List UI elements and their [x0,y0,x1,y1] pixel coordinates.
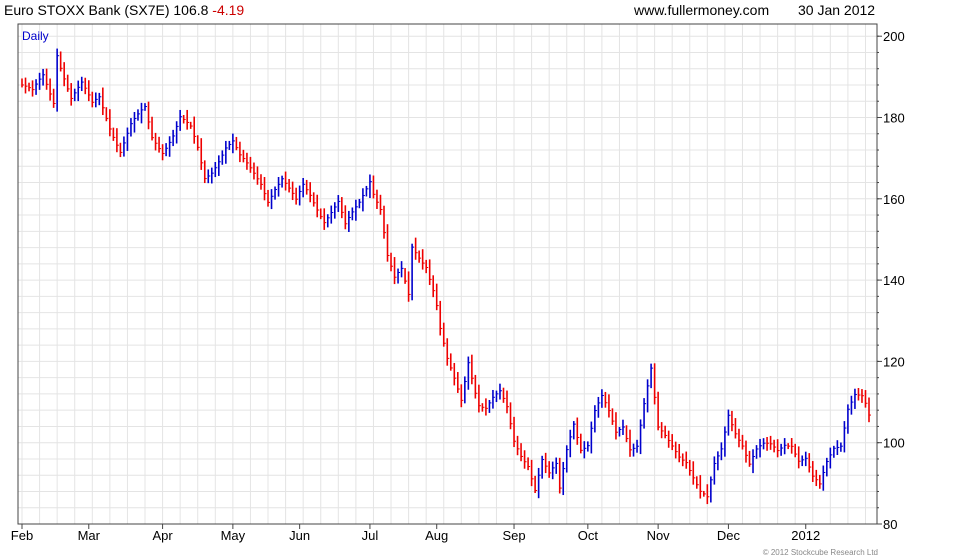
price-chart: 80 100 120 140 160 180 200 Feb Mar Apr May Jun Jul Au… [11,23,905,543]
y-tick-label: 120 [883,354,905,369]
x-tick-label: 2012 [791,528,820,543]
x-tick-label: Mar [78,528,101,543]
grid-lines [18,24,877,525]
y-tick-label: 200 [883,29,905,44]
y-tick-label: 100 [883,436,905,451]
x-tick-label: Jul [362,528,379,543]
x-tick-label: Dec [717,528,741,543]
x-tick-label: Sep [502,528,525,543]
x-tick-label: Feb [11,528,33,543]
plot-frame [17,23,878,525]
copyright-note: © 2012 Stockcube Research Ltd [762,548,878,557]
y-tick-label: 180 [883,110,905,125]
y-tick-label: 160 [883,192,905,207]
x-tick-label: Apr [152,528,173,543]
x-tick-label: Jun [289,528,310,543]
x-tick-label: Oct [578,528,599,543]
y-tick-label: 140 [883,273,905,288]
x-tick-label: Nov [647,528,671,543]
x-tick-label: Aug [425,528,448,543]
y-tick-label: 80 [883,517,897,532]
x-tick-label: May [221,528,246,543]
interval-label: Daily [22,29,49,43]
price-bars [21,48,871,505]
